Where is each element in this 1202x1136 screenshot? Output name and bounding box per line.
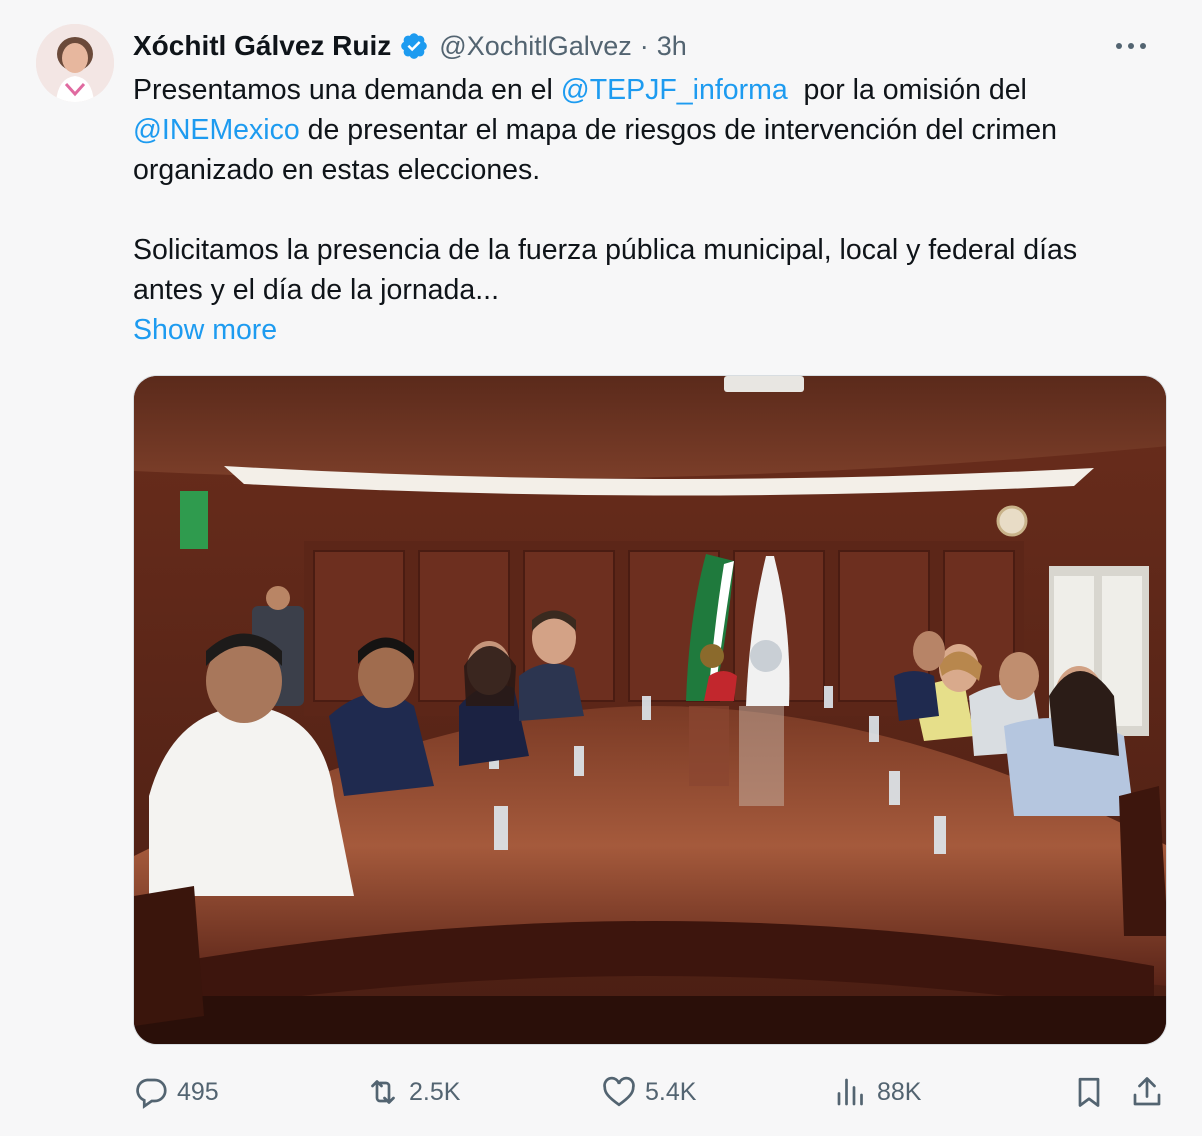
author-name[interactable]: Xóchitl Gálvez Ruiz — [133, 30, 391, 62]
avatar[interactable] — [36, 24, 114, 102]
retweet-icon — [371, 1080, 395, 1104]
tweet-text-line: organizado en estas elecciones. — [133, 154, 541, 186]
tweet-text-line: Solicitamos la presencia de la fuerza pú… — [133, 234, 1078, 266]
reply-icon — [136, 1078, 167, 1109]
tweet-text-segment: de presentar el mapa de riesgos de inter… — [299, 114, 1057, 146]
tweet-text-segment: por la omisión del — [787, 74, 1027, 106]
tweet-text: Presentamos una demanda en el @TEPJF_inf… — [133, 70, 1173, 310]
mention-ine[interactable]: @INEMexico — [133, 114, 300, 146]
timestamp[interactable]: 3h — [657, 31, 687, 62]
like-button[interactable]: 5.4K — [601, 1068, 696, 1116]
bookmark-icon[interactable] — [1071, 1074, 1107, 1110]
author-handle[interactable]: @XochitlGalvez — [439, 31, 631, 62]
views-button[interactable]: 88K — [833, 1068, 921, 1116]
views-icon — [837, 1078, 863, 1106]
share-icon[interactable] — [1129, 1074, 1165, 1110]
tweet-photo[interactable] — [133, 375, 1167, 1045]
separator-dot: · — [639, 30, 649, 61]
show-more-link[interactable]: Show more — [133, 310, 277, 350]
tweet-actions: 495 2.5K 5.4K 88K — [133, 1068, 1167, 1116]
views-count: 88K — [877, 1077, 922, 1106]
verified-badge-icon — [401, 33, 428, 59]
reply-count: 495 — [177, 1077, 219, 1106]
reply-button[interactable]: 495 — [133, 1068, 219, 1116]
tweet-text-segment: Presentamos una demanda en el — [133, 74, 561, 106]
more-options-icon[interactable] — [1114, 34, 1148, 58]
retweet-button[interactable]: 2.5K — [365, 1068, 460, 1116]
tweet-text-line: antes y el día de la jornada... — [133, 274, 499, 306]
like-icon — [603, 1076, 635, 1107]
mention-tepjf[interactable]: @TEPJF_informa — [561, 74, 788, 106]
tweet: Xóchitl Gálvez Ruiz @XochitlGalvez · 3h … — [0, 0, 1202, 1136]
tweet-header: Xóchitl Gálvez Ruiz @XochitlGalvez · 3h — [133, 26, 1162, 66]
like-count: 5.4K — [645, 1077, 697, 1106]
retweet-count: 2.5K — [409, 1077, 461, 1106]
